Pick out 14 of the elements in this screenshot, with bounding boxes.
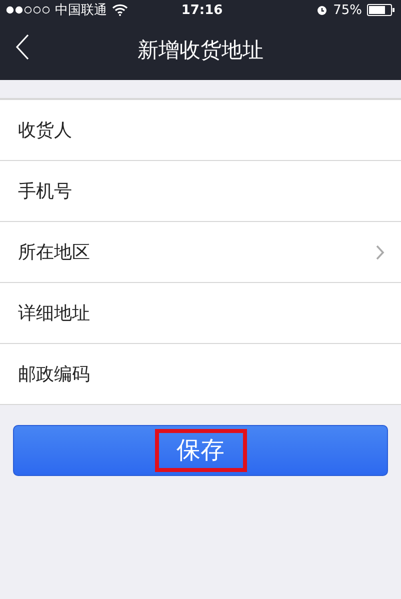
field-label: 详细地址 [18,302,91,325]
field-label: 收货人 [18,119,73,142]
field-label: 所在地区 [18,241,91,264]
page-title: 新增收货地址 [138,37,264,64]
clock-time: 17:16 [180,2,224,18]
battery-percent: 75% [333,2,362,18]
battery-icon [367,4,395,16]
signal-icon [6,6,50,14]
carrier-name: 中国联通 [55,2,107,19]
save-button[interactable]: 保存 [13,425,388,476]
field-label: 手机号 [18,180,73,203]
alarm-icon [316,4,328,16]
field-label: 邮政编码 [18,363,91,386]
wifi-icon [112,4,128,16]
